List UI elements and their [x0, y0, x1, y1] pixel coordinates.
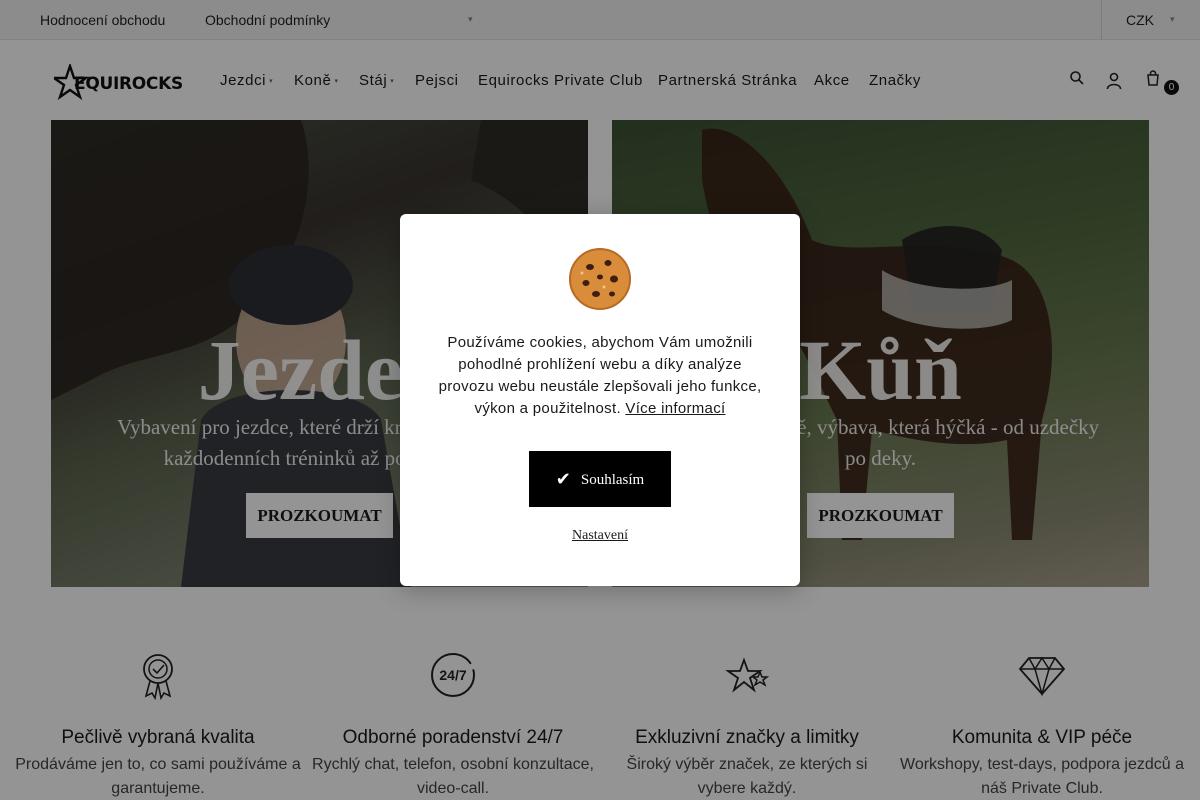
cookie-settings-link[interactable]: Nastavení: [400, 528, 800, 544]
checkmark-icon: ✔: [555, 468, 571, 489]
more-info-link[interactable]: Více informací: [625, 400, 725, 417]
cookie-dialog: Používáme cookies, abychom Vám umožnili …: [400, 214, 800, 586]
cookie-icon: [569, 248, 631, 310]
cookie-message: Používáme cookies, abychom Vám umožnili …: [438, 332, 762, 420]
accept-label: Souhlasím: [580, 471, 645, 488]
accept-cookies-button[interactable]: ✔ Souhlasím: [529, 451, 671, 507]
